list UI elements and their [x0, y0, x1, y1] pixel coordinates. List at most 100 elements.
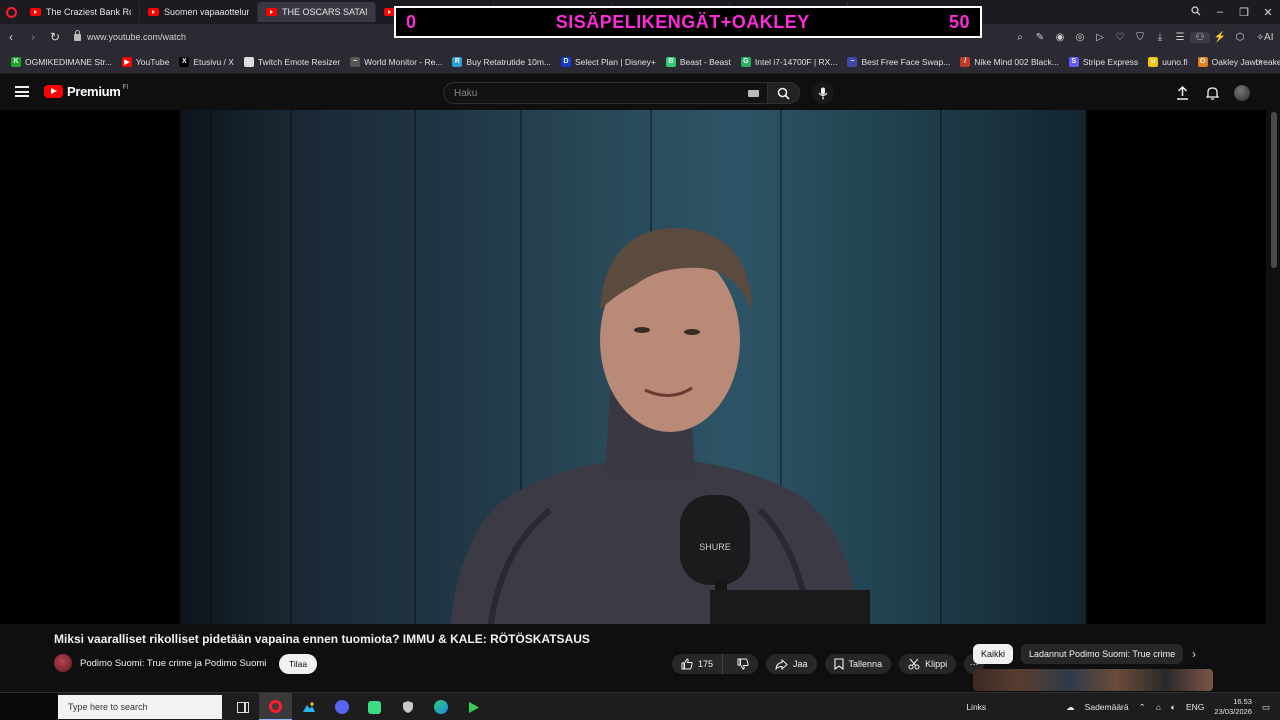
shield-app-icon[interactable] — [391, 693, 424, 720]
browser-tab[interactable]: The Craziest Bank Robber... — [22, 2, 140, 22]
bookmark-item[interactable]: X Etusivu / X — [174, 56, 239, 67]
bookmark-favicon-icon: G — [740, 56, 751, 67]
bookmarks-more-icon[interactable]: › — [1259, 56, 1262, 67]
chip-channel[interactable]: Ladannut Podimo Suomi: True crime — [1021, 644, 1184, 664]
keyboard-icon[interactable] — [748, 90, 759, 97]
play-icon[interactable]: ▷ — [1090, 32, 1110, 43]
maximize-button[interactable]: ❐ — [1232, 6, 1256, 19]
recommended-video-thumbnail[interactable] — [973, 669, 1213, 691]
play-store-icon[interactable] — [457, 693, 490, 720]
vpn-icon[interactable]: ◎ — [1070, 32, 1090, 43]
bookmark-item[interactable]: ▶ YouTube — [117, 56, 174, 67]
bookmark-favicon-icon: B — [665, 56, 676, 67]
edge-icon[interactable] — [424, 693, 457, 720]
search-input[interactable] — [454, 87, 734, 99]
save-button[interactable]: Tallenna — [824, 654, 892, 674]
save-label: Tallenna — [848, 659, 883, 669]
opera-taskbar-icon[interactable] — [259, 693, 292, 720]
like-button[interactable]: 175 — [672, 654, 724, 674]
camera-icon[interactable]: ◉ — [1050, 32, 1070, 43]
volume-icon[interactable]: 🔈︎ — [1171, 702, 1176, 713]
scrollbar-thumb[interactable] — [1271, 112, 1277, 268]
bookmark-label: Stripe Express — [1082, 56, 1139, 67]
back-button[interactable]: ‹ — [0, 30, 22, 44]
start-button[interactable] — [0, 693, 58, 720]
url-field[interactable]: www.youtube.com/watch — [74, 29, 186, 42]
links-toolbar[interactable]: Links — [966, 702, 986, 712]
discord-icon[interactable] — [325, 693, 358, 720]
bookmark-item[interactable]: u uuno.fi — [1143, 56, 1193, 67]
ai-button[interactable]: ✧AI — [1250, 32, 1280, 43]
profile-icon[interactable]: ⚇ — [1190, 31, 1210, 43]
heart-icon[interactable]: ♡ — [1110, 32, 1130, 43]
bookmark-item[interactable]: S Stripe Express — [1064, 56, 1143, 67]
close-window-button[interactable]: ✕ — [1256, 6, 1280, 19]
download-icon[interactable]: ⤓ — [1150, 32, 1170, 43]
share-button[interactable]: Jaa — [766, 654, 817, 674]
bookmark-item[interactable]: B Beast - Beast — [661, 56, 736, 67]
bookmark-favicon-icon: ~ — [847, 56, 858, 67]
opera-logo-icon[interactable] — [0, 1, 22, 23]
taskbar-search[interactable]: Type here to search — [58, 695, 222, 719]
bookmark-favicon-icon: ▶ — [121, 56, 132, 67]
bookmark-item[interactable]: K OGMIKEDIMANE Str... — [6, 56, 117, 67]
like-count: 175 — [698, 659, 714, 669]
chevron-right-icon[interactable]: › — [1192, 647, 1196, 661]
clip-button[interactable]: Klippi — [899, 654, 957, 674]
network-icon[interactable]: ⌂ — [1156, 702, 1161, 712]
android-app-icon[interactable] — [358, 693, 391, 720]
bookmark-label: Oakley Jawbreaker P... — [1211, 56, 1280, 67]
voice-search-button[interactable] — [812, 82, 834, 104]
bookmark-label: Etusivu / X — [193, 56, 234, 67]
clock[interactable]: 16.53 23/03/2026 — [1214, 697, 1252, 717]
channel-avatar[interactable] — [54, 654, 72, 672]
bookmark-label: Nike Mind 002 Black... — [974, 56, 1059, 67]
hamburger-menu-icon[interactable] — [15, 86, 29, 97]
cube-icon[interactable]: ⬡ — [1230, 32, 1250, 43]
extension-icon[interactable]: ⚡ — [1210, 32, 1230, 43]
search-button[interactable] — [768, 82, 800, 104]
subscribe-button[interactable]: Tilaa — [279, 654, 317, 674]
bookmark-item[interactable]: G Intel i7-14700F | RX... — [736, 56, 843, 67]
bookmark-label: World Monitor - Re... — [364, 56, 443, 67]
bookmark-item[interactable]: Twitch Emote Resizer — [239, 56, 345, 67]
minimize-button[interactable]: – — [1208, 6, 1232, 18]
notifications-bell-icon[interactable] — [1204, 85, 1220, 101]
bookmark-item[interactable]: / Nike Mind 002 Black... — [955, 56, 1064, 67]
language-indicator[interactable]: ENG — [1186, 702, 1204, 712]
chip-all[interactable]: Kaikki — [973, 644, 1014, 664]
bookmark-item[interactable]: ~ Best Free Face Swap... — [842, 56, 955, 67]
forward-button[interactable]: › — [22, 30, 44, 44]
logo-country: FI — [122, 84, 129, 91]
edit-icon[interactable]: ✎ — [1030, 32, 1050, 43]
shield-icon[interactable]: ⛉ — [1130, 32, 1150, 43]
menu-list-icon[interactable]: ☰ — [1170, 32, 1190, 43]
account-avatar[interactable] — [1234, 85, 1250, 101]
youtube-premium-logo[interactable]: Premium FI — [44, 84, 129, 99]
overlay-right-value: 50 — [948, 11, 970, 32]
photos-app-icon[interactable] — [292, 693, 325, 720]
bookmark-label: Intel i7-14700F | RX... — [754, 56, 838, 67]
task-view-icon[interactable] — [226, 693, 259, 720]
bookmark-item[interactable]: OOakley Jawbreaker P... — [1193, 56, 1280, 67]
bookmark-item[interactable]: R Buy Retatrutide 10m... — [447, 56, 556, 67]
bookmark-item[interactable]: D Select Plan | Disney+ — [556, 56, 661, 67]
browser-tab[interactable]: Suomen vapaaottelun all... — [140, 2, 258, 22]
notifications-icon[interactable]: ▭ — [1262, 702, 1270, 713]
weather-icon[interactable]: ☁ — [1066, 702, 1075, 713]
upload-icon[interactable] — [1174, 85, 1190, 101]
find-icon[interactable]: ⌕ — [1010, 32, 1030, 43]
weather-text[interactable]: Sademäärä — [1085, 702, 1129, 712]
reload-button[interactable]: ↻ — [44, 30, 66, 44]
channel-name[interactable]: Podimo Suomi: True crime ja Podimo Suomi — [80, 658, 266, 669]
bookmark-favicon-icon: S — [1068, 56, 1079, 67]
dislike-button[interactable] — [728, 654, 758, 674]
like-dislike-group: 175 — [672, 654, 759, 674]
bookmark-item[interactable]: ~ World Monitor - Re... — [345, 56, 447, 67]
video-player[interactable]: SHURE — [0, 110, 1266, 624]
bookmark-label: YouTube — [135, 56, 170, 67]
search-tabs-icon[interactable] — [1184, 5, 1208, 19]
browser-tab[interactable]: THE OSCARS SATANIC RI... — [258, 2, 376, 22]
bookmark-label: Select Plan | Disney+ — [575, 56, 656, 67]
tray-chevron-icon[interactable]: ⌃ — [1139, 702, 1146, 713]
